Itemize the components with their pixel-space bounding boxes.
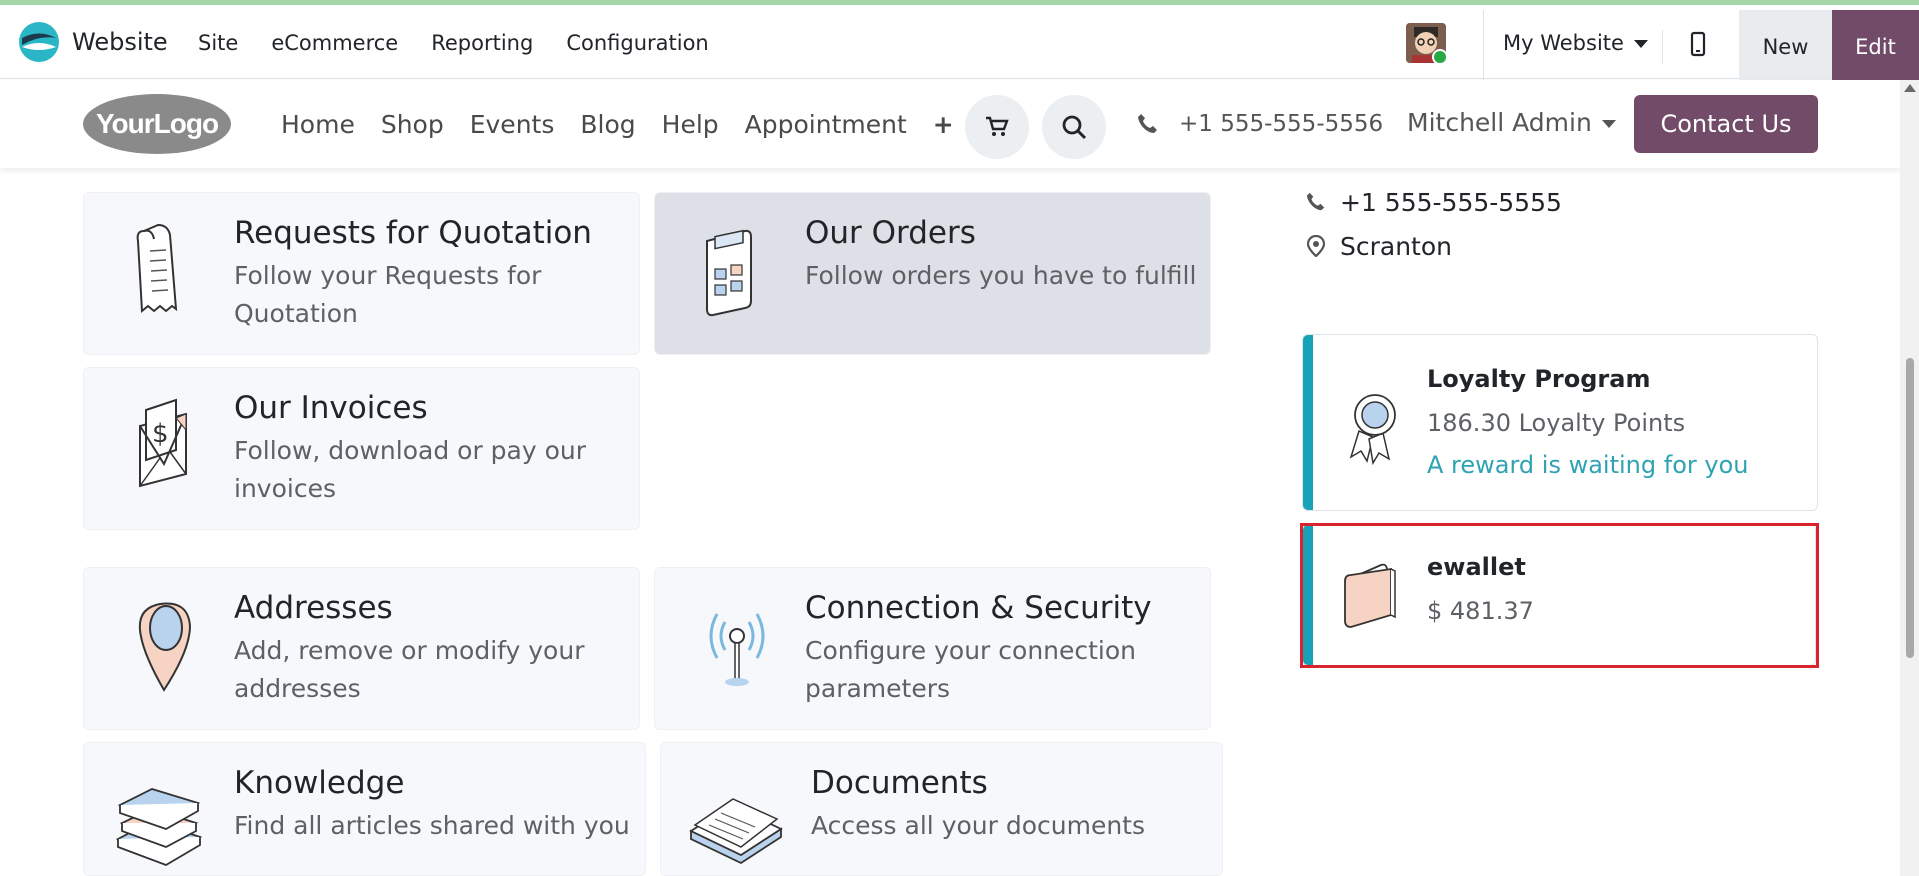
card-description: Access all your documents — [811, 811, 1146, 840]
website-app-icon — [19, 22, 59, 62]
svg-text:YourLogo: YourLogo — [96, 108, 219, 139]
divider — [1662, 30, 1663, 64]
loyalty-title: Loyalty Program — [1427, 365, 1651, 393]
app-brand[interactable]: Website — [18, 22, 168, 62]
scroll-up-arrow-icon[interactable] — [1904, 84, 1916, 92]
mobile-preview-icon[interactable] — [1686, 31, 1710, 59]
scrollbar-thumb[interactable] — [1906, 358, 1914, 658]
user-avatar[interactable] — [1406, 23, 1446, 63]
search-icon — [1062, 115, 1087, 140]
card-title: Our Invoices — [234, 390, 428, 426]
site-menu: Home Shop Events Blog Help Appointment + — [281, 110, 980, 139]
new-button[interactable]: New — [1739, 10, 1832, 84]
card-description: Follow your Requests for Quotation — [234, 261, 542, 328]
card-documents[interactable]: Documents Access all your documents — [660, 742, 1223, 876]
card-title: Our Orders — [805, 215, 976, 251]
contact-phone: +1 555-555-5555 — [1340, 187, 1562, 217]
svg-text:$: $ — [152, 419, 169, 449]
phone-icon — [1138, 114, 1157, 133]
location-pin-icon — [1306, 235, 1326, 257]
award-ribbon-icon — [1349, 394, 1396, 465]
card-our-invoices[interactable]: $ Our Invoices Follow, download or pay o… — [83, 367, 640, 530]
documents-icon — [689, 798, 783, 865]
card-requests-for-quotation[interactable]: Requests for Quotation Follow your Reque… — [83, 192, 640, 355]
search-button[interactable] — [1042, 95, 1106, 159]
receipt-icon — [136, 223, 178, 314]
books-icon — [115, 788, 203, 866]
card-description: Find all articles shared with you — [234, 811, 630, 840]
site-logo[interactable]: YourLogo — [82, 93, 232, 155]
nav-home[interactable]: Home — [281, 110, 355, 139]
map-pin-icon — [138, 602, 192, 692]
contact-phone-row: +1 555-555-5555 — [1306, 180, 1562, 224]
nav-shop[interactable]: Shop — [381, 110, 444, 139]
card-title: Addresses — [234, 590, 393, 626]
online-status-dot — [1432, 49, 1446, 63]
card-title: Connection & Security — [805, 590, 1152, 626]
site-header: YourLogo Home Shop Events Blog Help Appo… — [0, 80, 1900, 168]
card-connection-security[interactable]: Connection & Security Configure your con… — [654, 567, 1211, 730]
calculator-icon — [706, 229, 752, 317]
user-name: Mitchell Admin — [1407, 108, 1592, 137]
divider — [1483, 10, 1484, 84]
contact-city: Scranton — [1340, 231, 1452, 261]
menu-configuration[interactable]: Configuration — [566, 31, 708, 55]
customer-contact-info: +1 555-555-5555 Scranton — [1306, 180, 1562, 268]
invoice-envelope-icon: $ — [139, 398, 187, 488]
website-selector[interactable]: My Website — [1503, 31, 1648, 55]
card-our-orders[interactable]: Our Orders Follow orders you have to ful… — [654, 192, 1211, 355]
contact-city-row: Scranton — [1306, 224, 1562, 268]
edit-button[interactable]: Edit — [1832, 10, 1919, 84]
card-description: Follow, download or pay our invoices — [234, 436, 587, 503]
backend-navbar: Website Site eCommerce Reporting Configu… — [0, 5, 1919, 84]
nav-events[interactable]: Events — [470, 110, 555, 139]
backend-menu: Site eCommerce Reporting Configuration — [198, 31, 742, 55]
phone-icon — [1306, 192, 1325, 211]
card-description: Follow orders you have to fulfill — [805, 261, 1197, 290]
app-title: Website — [72, 28, 168, 56]
cart-icon — [986, 116, 1009, 136]
nav-help[interactable]: Help — [662, 110, 719, 139]
card-description: Configure your connection parameters — [805, 636, 1137, 703]
loyalty-program-card[interactable]: Loyalty Program 186.30 Loyalty Points A … — [1302, 334, 1818, 511]
loyalty-reward-link[interactable]: A reward is waiting for you — [1427, 451, 1748, 479]
contact-us-button[interactable]: Contact Us — [1634, 95, 1818, 153]
card-addresses[interactable]: Addresses Add, remove or modify your add… — [83, 567, 640, 730]
menu-ecommerce[interactable]: eCommerce — [271, 31, 398, 55]
website-selector-label: My Website — [1503, 31, 1624, 55]
card-title: Knowledge — [234, 765, 405, 801]
chevron-down-icon — [1601, 120, 1616, 128]
accent-bar — [1303, 335, 1313, 510]
add-page-plus-icon[interactable]: + — [933, 110, 954, 139]
nav-blog[interactable]: Blog — [580, 110, 635, 139]
header-phone-number: +1 555-555-5556 — [1179, 111, 1384, 137]
chevron-down-icon — [1633, 40, 1648, 48]
highlight-box — [1300, 523, 1819, 668]
card-title: Requests for Quotation — [234, 215, 592, 251]
page-scrollbar[interactable] — [1900, 80, 1919, 876]
loyalty-points: 186.30 Loyalty Points — [1427, 409, 1686, 437]
header-phone[interactable]: +1 555-555-5556 — [1137, 111, 1383, 137]
card-title: Documents — [811, 765, 988, 801]
cart-button[interactable] — [965, 95, 1029, 159]
user-menu[interactable]: Mitchell Admin — [1407, 108, 1616, 137]
nav-appointment[interactable]: Appointment — [745, 110, 907, 139]
menu-reporting[interactable]: Reporting — [431, 31, 533, 55]
card-description: Add, remove or modify your addresses — [234, 636, 585, 703]
card-knowledge[interactable]: Knowledge Find all articles shared with … — [83, 742, 646, 876]
antenna-icon — [709, 613, 765, 686]
menu-site[interactable]: Site — [198, 31, 238, 55]
